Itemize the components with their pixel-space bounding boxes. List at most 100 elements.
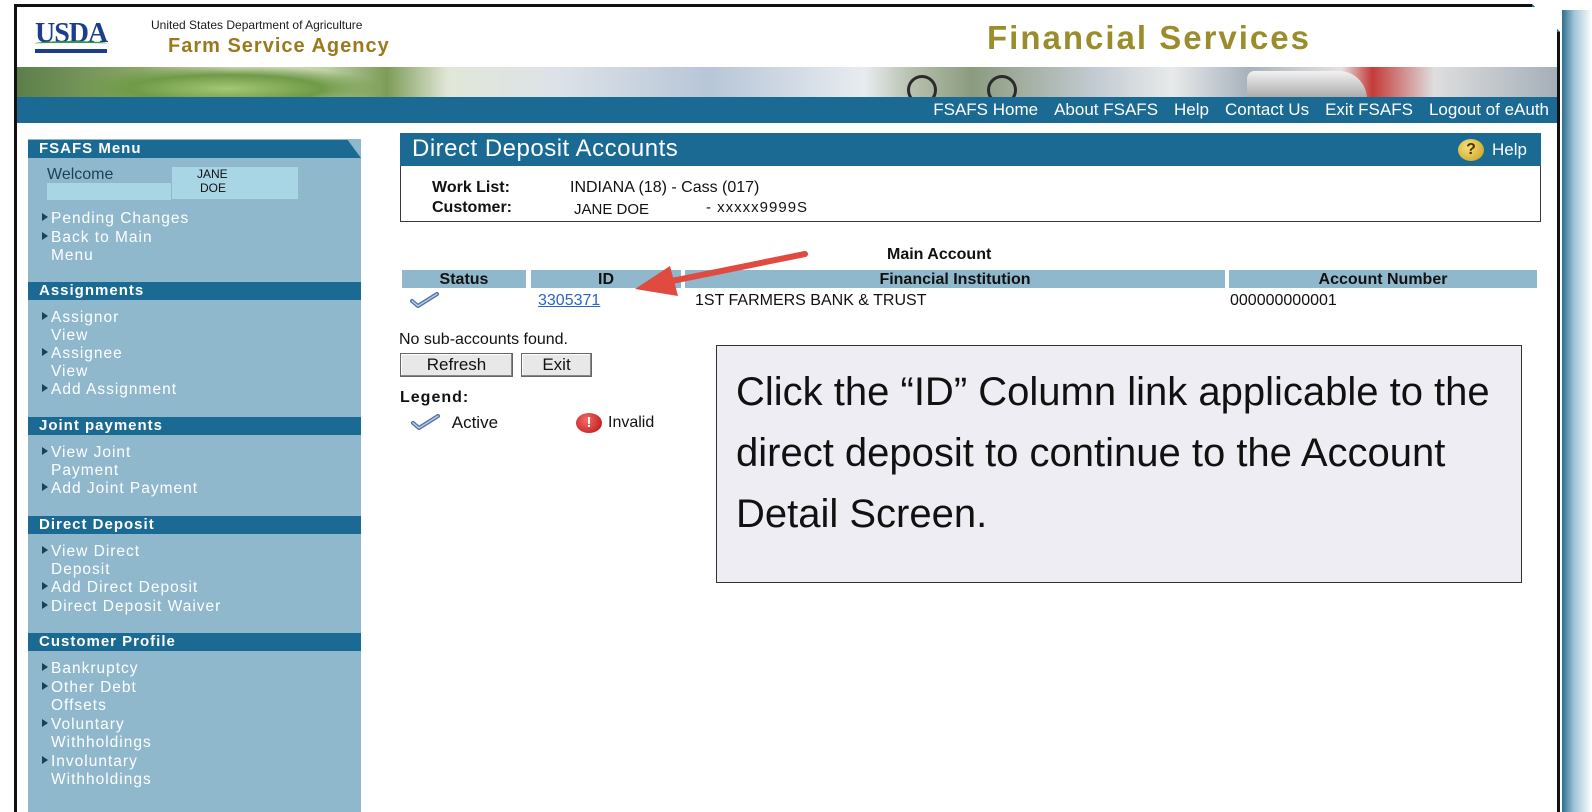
sidebar-item-voluntary-withholdings[interactable]: Voluntary Withholdings: [42, 716, 152, 752]
usda-logo[interactable]: USDA: [35, 20, 108, 53]
sidebar-item-assignor-view[interactable]: Assignor View: [42, 309, 119, 345]
account-id-link[interactable]: 3305371: [538, 292, 600, 310]
triangle-icon: [42, 447, 48, 455]
nav-logout-eauth[interactable]: Logout of eAuth: [1421, 97, 1557, 123]
sidebar-item-label-cont: Offsets: [51, 697, 107, 714]
check-icon: [411, 414, 440, 430]
column-header-status: Status: [402, 270, 526, 288]
sidebar-item-label-cont: Menu: [51, 247, 94, 264]
sidebar-item-bankruptcy[interactable]: Bankruptcy: [42, 660, 139, 678]
no-sub-accounts-text: No sub-accounts found.: [399, 331, 568, 348]
assignments-heading: Assignments: [28, 282, 361, 300]
nav-fsafs-home[interactable]: FSAFS Home: [933, 97, 1046, 123]
frame-shadow: [1562, 10, 1592, 812]
page-title-bar: Direct Deposit Accounts ? Help: [400, 133, 1541, 166]
sidebar-item-label: Pending Changes: [51, 210, 190, 227]
user-first-name: JANE: [197, 167, 228, 181]
sidebar-item-label-cont: View: [51, 327, 89, 344]
work-list-value: INDIANA (18) - Cass (017): [570, 179, 760, 196]
sidebar-item-assignee-view[interactable]: Assignee View: [42, 345, 123, 381]
sidebar-item-label: Voluntary: [51, 716, 125, 733]
exit-button[interactable]: Exit: [521, 353, 592, 377]
customer-name: JANE DOE: [574, 201, 650, 218]
sidebar-item-label: Direct Deposit Waiver: [51, 598, 222, 615]
work-list-label: Work List:: [432, 179, 510, 196]
triangle-icon: [42, 232, 48, 240]
direct-deposit-heading: Direct Deposit: [28, 516, 361, 534]
legend-active-label: Active: [451, 413, 499, 432]
triangle-icon: [42, 582, 48, 590]
sidebar-item-add-joint-payment[interactable]: Add Joint Payment: [42, 480, 198, 498]
sidebar-item-direct-deposit-waiver[interactable]: Direct Deposit Waiver: [42, 598, 221, 616]
question-icon: ?: [1458, 139, 1485, 161]
nav-help[interactable]: Help: [1166, 97, 1217, 123]
account-number-cell: 000000000001: [1230, 292, 1337, 309]
callout-text: Click the “ID” Column link applicable to…: [736, 370, 1490, 536]
triangle-icon: [42, 213, 48, 221]
customer-profile-heading: Customer Profile: [28, 633, 361, 651]
sidebar-item-label-cont: Withholdings: [51, 734, 152, 751]
site-header: USDA United States Department of Agricul…: [17, 7, 1557, 67]
sidebar-item-label-cont: View: [51, 363, 89, 380]
sidebar-item-label: Assignor: [51, 309, 120, 326]
exclamation-icon: !: [576, 413, 602, 433]
agency-name: Farm Service Agency: [168, 35, 390, 57]
app-title: Financial Services: [987, 19, 1311, 56]
sidebar-item-back-to-main-menu[interactable]: Back to Main Menu: [42, 229, 153, 265]
nav-about-fsafs[interactable]: About FSAFS: [1046, 97, 1166, 123]
customer-id: - xxxxx9999S: [706, 199, 809, 216]
financial-institution-cell: 1ST FARMERS BANK & TRUST: [695, 292, 927, 309]
column-header-institution: Financial Institution: [685, 270, 1225, 288]
sidebar-item-add-assignment[interactable]: Add Assignment: [42, 381, 177, 399]
user-last-name: DOE: [200, 181, 227, 195]
sidebar-item-other-debt-offsets[interactable]: Other Debt Offsets: [42, 679, 137, 715]
main-account-caption: Main Account: [887, 246, 992, 263]
sidebar-item-label: Add Joint Payment: [51, 480, 199, 497]
sidebar-item-label: Add Assignment: [51, 381, 178, 398]
sidebar-item-label: Other Debt: [51, 679, 137, 696]
table-row-status: [410, 292, 440, 311]
triangle-icon: [42, 682, 48, 690]
sidebar: FSAFS Menu Welcome JANE DOE Pending Chan…: [17, 123, 361, 812]
logo-swoosh: [35, 41, 108, 46]
nav-contact-us[interactable]: Contact Us: [1217, 97, 1317, 123]
column-header-id: ID: [531, 270, 681, 288]
sidebar-item-pending-changes[interactable]: Pending Changes: [42, 210, 189, 228]
nav-exit-fsafs[interactable]: Exit FSAFS: [1317, 97, 1421, 123]
triangle-icon: [42, 663, 48, 671]
sidebar-item-label: View Joint: [51, 444, 132, 461]
column-header-account-number: Account Number: [1229, 270, 1537, 288]
triangle-icon: [42, 756, 48, 764]
triangle-icon: [42, 546, 48, 554]
sidebar-item-view-direct-deposit[interactable]: View Direct Deposit: [42, 543, 140, 579]
sidebar-item-label-cont: Withholdings: [51, 771, 152, 788]
sidebar-item-add-direct-deposit[interactable]: Add Direct Deposit: [42, 579, 198, 597]
work-list-panel: Work List: INDIANA (18) - Cass (017) Cus…: [400, 166, 1541, 222]
welcome-highlight: [47, 183, 171, 200]
sidebar-item-label: View Direct: [51, 543, 141, 560]
top-navigation: FSAFS Home About FSAFS Help Contact Us E…: [17, 97, 1557, 123]
sidebar-item-view-joint-payment[interactable]: View Joint Payment: [42, 444, 131, 480]
customer-label: Customer:: [432, 199, 513, 216]
legend-invalid-label: Invalid: [608, 414, 655, 431]
help-link[interactable]: ? Help: [1458, 139, 1527, 161]
sidebar-item-involuntary-withholdings[interactable]: Involuntary Withholdings: [42, 753, 152, 789]
sidebar-item-label: Add Direct Deposit: [51, 579, 199, 596]
triangle-icon: [42, 483, 48, 491]
triangle-icon: [42, 348, 48, 356]
triangle-icon: [42, 719, 48, 727]
frame-border-right: [1557, 10, 1560, 812]
welcome-label: Welcome: [47, 166, 114, 183]
triangle-icon: [42, 601, 48, 609]
page-title: Direct Deposit Accounts: [412, 135, 679, 162]
triangle-icon: [42, 312, 48, 320]
sidebar-item-label-cont: Payment: [51, 462, 120, 479]
check-icon: [410, 292, 439, 308]
sidebar-item-label: Bankruptcy: [51, 660, 139, 677]
legend-invalid: ! Invalid: [576, 413, 654, 433]
refresh-button[interactable]: Refresh: [400, 353, 513, 377]
legend-title: Legend:: [400, 389, 470, 406]
help-label: Help: [1492, 140, 1527, 159]
department-name: United States Department of Agriculture: [151, 18, 363, 32]
sidebar-menu-heading: FSAFS Menu: [28, 140, 361, 158]
